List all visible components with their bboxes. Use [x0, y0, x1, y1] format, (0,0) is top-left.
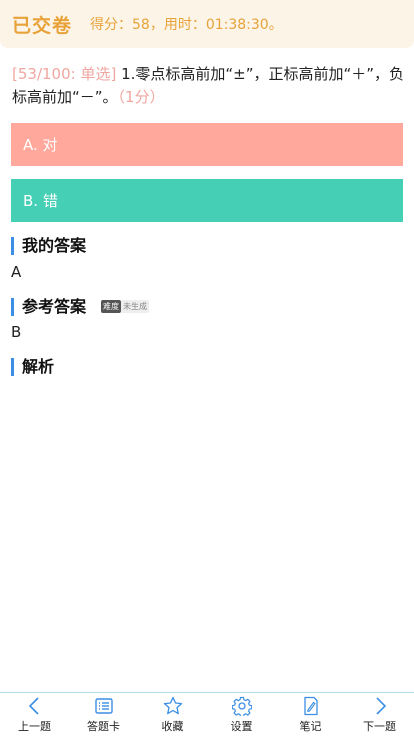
notes-button[interactable]: 笔记: [281, 696, 341, 734]
notes-label: 笔记: [299, 719, 322, 733]
my-answer-value: A: [11, 263, 22, 281]
question-points: （1分）: [117, 88, 165, 106]
answer-sheet-label: 答题卡: [87, 719, 120, 733]
favorite-label: 收藏: [161, 719, 184, 733]
bottom-nav: 上一题 答题卡 收藏 设置 笔记 下一题: [0, 692, 414, 736]
settings-label: 设置: [230, 719, 253, 733]
analysis-title: 解析: [11, 358, 54, 376]
difficulty-value: 未生成: [121, 300, 149, 313]
exam-review-page: 已交卷 得分：58，用时：01:38:30。 [53/100: 单选] 1.零点…: [0, 0, 414, 736]
settings-button[interactable]: 设置: [212, 696, 272, 734]
list-icon: [94, 697, 113, 714]
my-answer-title: 我的答案: [11, 237, 86, 255]
difficulty-label: 难度: [101, 300, 121, 313]
question-tag: [53/100: 单选]: [12, 65, 117, 83]
option-b[interactable]: B. 错: [11, 179, 403, 222]
chevron-left-icon: [28, 696, 39, 715]
difficulty-badge: 难度 未生成: [101, 300, 149, 313]
page-title: 已交卷: [12, 14, 73, 37]
prev-question-button[interactable]: 上一题: [5, 696, 65, 734]
answer-sheet-button[interactable]: 答题卡: [74, 696, 134, 734]
favorite-button[interactable]: 收藏: [143, 696, 203, 734]
option-a-label: A. 对: [23, 136, 58, 154]
option-b-label: B. 错: [23, 192, 58, 210]
star-icon: [163, 696, 182, 714]
note-icon: [303, 696, 318, 715]
reference-answer-title: 参考答案: [11, 298, 86, 316]
gear-icon: [231, 696, 252, 716]
chevron-right-icon: [375, 696, 386, 715]
next-question-label: 下一题: [363, 719, 396, 733]
score-summary: 得分：58，用时：01:38:30。: [90, 17, 283, 33]
option-a[interactable]: A. 对: [11, 123, 403, 166]
reference-answer-value: B: [11, 323, 22, 341]
question-text: [53/100: 单选] 1.零点标高前加“±”，正标高前加“＋”，负标高前加“…: [12, 63, 407, 109]
prev-question-label: 上一题: [18, 719, 51, 733]
next-question-button[interactable]: 下一题: [350, 696, 410, 734]
header: 已交卷 得分：58，用时：01:38:30。: [0, 0, 414, 48]
